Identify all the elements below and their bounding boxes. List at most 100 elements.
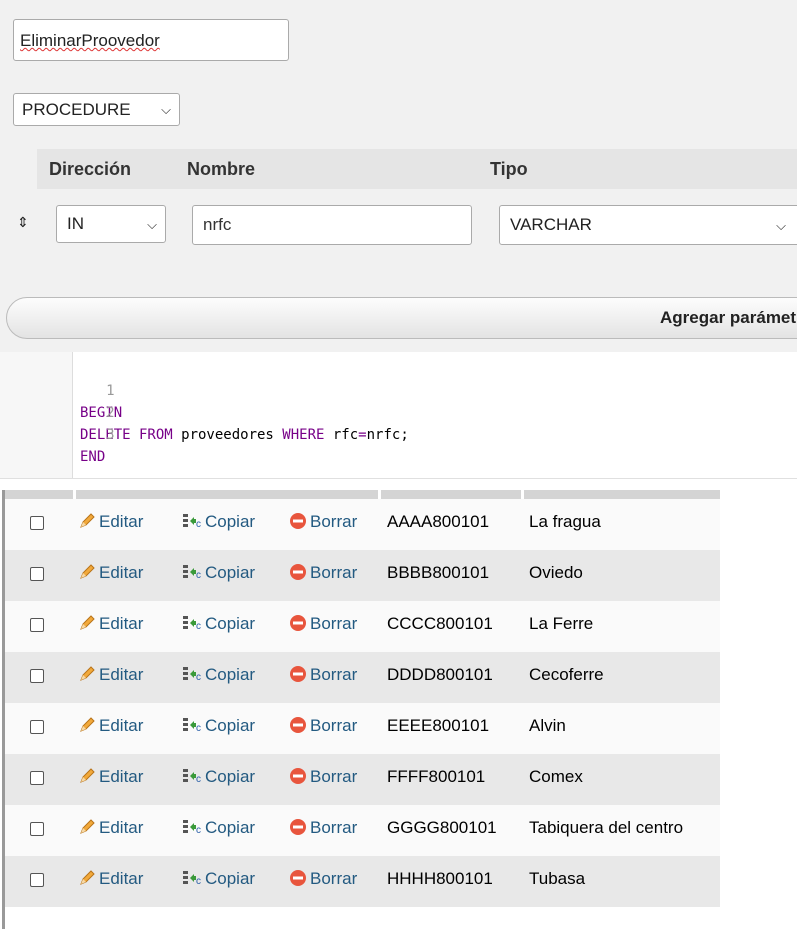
table-row: Editar c Copiar Borrar AAAA800101 La frag…: [5, 499, 720, 550]
edit-link[interactable]: Editar: [78, 563, 143, 583]
edit-link[interactable]: Editar: [78, 614, 143, 634]
param-direction-value: IN: [67, 214, 84, 233]
row-checkbox[interactable]: [30, 720, 44, 734]
copy-row-icon: c: [183, 871, 201, 887]
add-parameter-button[interactable]: Agregar parámetro: [6, 297, 797, 339]
param-type-select[interactable]: VARCHAR ⌵: [499, 205, 797, 245]
delete-icon: [290, 768, 306, 784]
delete-link[interactable]: Borrar: [289, 818, 357, 838]
row-checkbox[interactable]: [30, 567, 44, 581]
copy-label: Copiar: [205, 869, 256, 888]
routine-name-value: EliminarProovedor: [20, 31, 160, 50]
copy-label: Copiar: [205, 716, 256, 735]
definition-code-editor[interactable]: 1 BEGIN 2 DELETE FROM proveedores WHERE …: [0, 352, 797, 478]
copy-row-icon: c: [183, 667, 201, 683]
delete-link[interactable]: Borrar: [289, 614, 357, 634]
row-checkbox[interactable]: [30, 771, 44, 785]
edit-link[interactable]: Editar: [78, 767, 143, 787]
routine-name-input[interactable]: EliminarProovedor: [13, 19, 289, 61]
delete-label: Borrar: [310, 614, 358, 633]
copy-label: Copiar: [205, 767, 256, 786]
copy-link[interactable]: c Copiar: [182, 563, 255, 583]
copy-link[interactable]: c Copiar: [182, 767, 255, 787]
name-cell: Alvin: [529, 716, 566, 735]
table-row: Editar c Copiar Borrar BBBB800101 Oviedo: [5, 550, 720, 601]
edit-link[interactable]: Editar: [78, 512, 143, 532]
table-row: Editar c Copiar Borrar CCCC800101 La Ferr…: [5, 601, 720, 652]
delete-icon: [290, 717, 306, 733]
chevron-down-icon: ⌵: [776, 218, 786, 233]
edit-link[interactable]: Editar: [78, 716, 143, 736]
pencil-icon: [80, 666, 95, 681]
table-row: Editar c Copiar Borrar DDDD800101 Cecofer…: [5, 652, 720, 703]
edit-link[interactable]: Editar: [78, 818, 143, 838]
edit-link[interactable]: Editar: [78, 665, 143, 685]
copy-link[interactable]: c Copiar: [182, 818, 255, 838]
pencil-icon: [80, 615, 95, 630]
chevron-down-icon: ⌵: [147, 217, 157, 232]
copy-link[interactable]: c Copiar: [182, 716, 255, 736]
delete-link[interactable]: Borrar: [289, 767, 357, 787]
row-checkbox[interactable]: [30, 669, 44, 683]
line-number: 1: [106, 383, 115, 399]
copy-link[interactable]: c Copiar: [182, 614, 255, 634]
routine-type-value: PROCEDURE: [22, 100, 131, 119]
delete-link[interactable]: Borrar: [289, 716, 357, 736]
drag-handle-icon[interactable]: ⇕: [17, 214, 29, 231]
name-cell: La Ferre: [529, 614, 594, 633]
delete-label: Borrar: [310, 869, 358, 888]
param-direction-select[interactable]: IN ⌵: [56, 205, 166, 243]
name-cell: Cecoferre: [529, 665, 604, 684]
delete-link[interactable]: Borrar: [289, 665, 357, 685]
header-type: Tipo: [490, 159, 528, 179]
rfc-cell: CCCC800101: [387, 614, 493, 633]
delete-icon: [290, 666, 306, 682]
copy-label: Copiar: [205, 614, 256, 633]
param-name-value: nrfc: [203, 215, 232, 234]
delete-link[interactable]: Borrar: [289, 512, 357, 532]
line-number: 2: [106, 405, 115, 421]
param-name-input[interactable]: nrfc: [192, 205, 472, 245]
column-divider: [378, 490, 381, 499]
copy-link[interactable]: c Copiar: [182, 665, 255, 685]
delete-link[interactable]: Borrar: [289, 869, 357, 889]
chevron-down-icon: ⌵: [161, 102, 171, 117]
name-cell: Comex: [529, 767, 583, 786]
param-type-value: VARCHAR: [510, 215, 592, 234]
code-line: 3 END: [0, 402, 115, 465]
svg-text:c: c: [196, 621, 201, 632]
pencil-icon: [80, 717, 95, 732]
copy-link[interactable]: c Copiar: [182, 512, 255, 532]
copy-row-icon: c: [183, 565, 201, 581]
edit-label: Editar: [99, 614, 144, 633]
copy-link[interactable]: c Copiar: [182, 869, 255, 889]
delete-link[interactable]: Borrar: [289, 563, 357, 583]
row-checkbox[interactable]: [30, 516, 44, 530]
code-line: 2 DELETE FROM proveedores WHERE rfc=nrfc…: [0, 380, 409, 443]
rfc-cell: HHHH800101: [387, 869, 493, 888]
add-parameter-label: Agregar parámetro: [660, 308, 797, 327]
copy-row-icon: c: [183, 718, 201, 734]
row-checkbox[interactable]: [30, 873, 44, 887]
rfc-cell: AAAA800101: [387, 512, 490, 531]
routine-type-select[interactable]: PROCEDURE ⌵: [13, 93, 180, 126]
routine-editor-panel: EliminarProovedor PROCEDURE ⌵ Dirección …: [0, 0, 797, 479]
code-text: DELETE FROM proveedores WHERE rfc=nrfc;: [80, 427, 409, 443]
delete-label: Borrar: [310, 563, 358, 582]
pencil-icon: [80, 513, 95, 528]
table-row: Editar c Copiar Borrar FFFF800101 Comex: [5, 754, 720, 805]
row-checkbox[interactable]: [30, 618, 44, 632]
delete-label: Borrar: [310, 665, 358, 684]
results-table: Editar c Copiar Borrar AAAA800101 La frag…: [0, 490, 797, 929]
rfc-cell: GGGG800101: [387, 818, 497, 837]
row-checkbox[interactable]: [30, 822, 44, 836]
edit-label: Editar: [99, 563, 144, 582]
name-cell: Tabiquera del centro: [529, 818, 684, 837]
name-cell: Tubasa: [529, 869, 586, 888]
svg-text:c: c: [196, 723, 201, 734]
edit-label: Editar: [99, 818, 144, 837]
delete-label: Borrar: [310, 716, 358, 735]
rfc-cell: FFFF800101: [387, 767, 486, 786]
edit-label: Editar: [99, 869, 144, 888]
edit-link[interactable]: Editar: [78, 869, 143, 889]
